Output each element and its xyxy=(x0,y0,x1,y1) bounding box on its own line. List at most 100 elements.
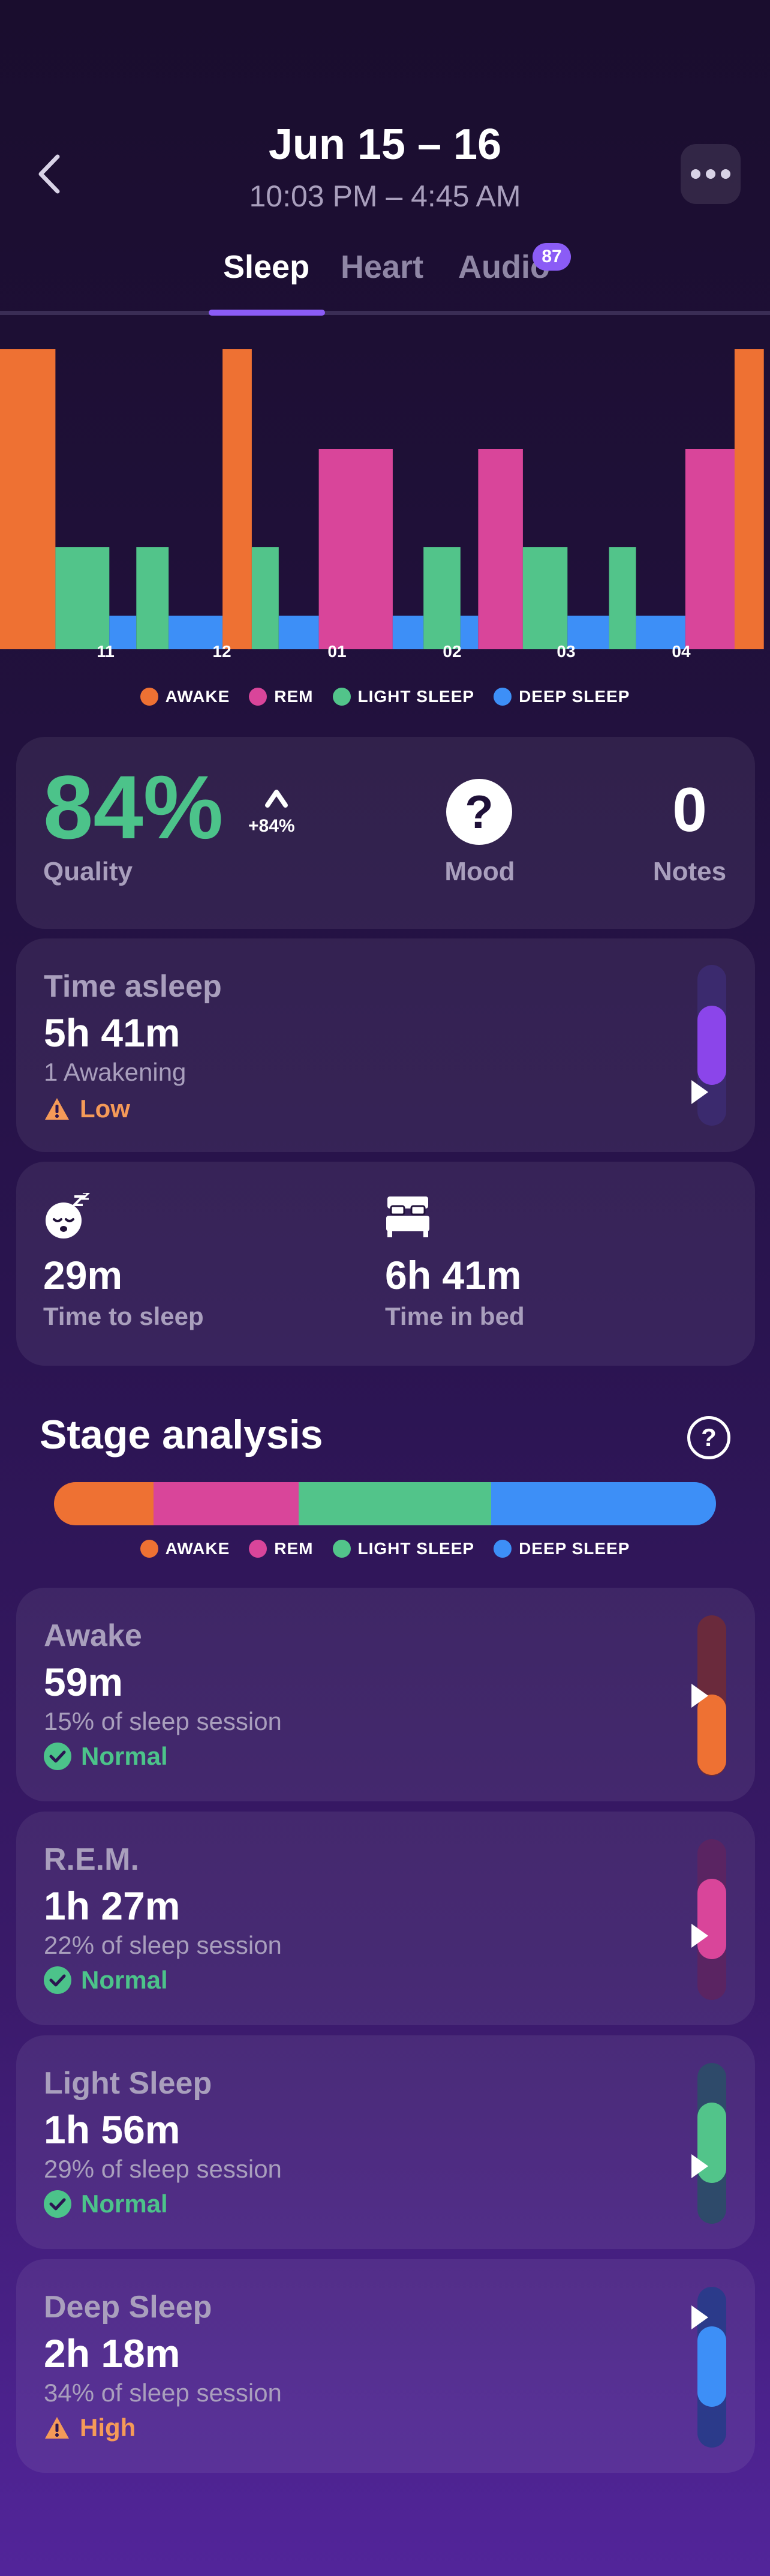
legend-dot xyxy=(332,1540,351,1558)
hour-tick-label: 01 xyxy=(327,642,346,660)
gauge-marker-icon xyxy=(691,1080,708,1104)
mood-label: Mood xyxy=(444,857,515,886)
hour-tick-label: 02 xyxy=(443,642,461,660)
sleeping-face-icon xyxy=(46,1193,91,1238)
legend-label: AWAKE xyxy=(165,687,230,706)
hypnogram-bar-light xyxy=(522,547,568,649)
legend-label: REM xyxy=(274,687,314,706)
notes-label: Notes xyxy=(652,857,727,886)
legend-label: LIGHT SLEEP xyxy=(357,1539,475,1558)
status-text: High xyxy=(80,2413,136,2442)
hypnogram-bar-deep xyxy=(392,616,424,649)
checkmark-icon xyxy=(44,1743,71,1770)
time-asleep-gauge-fill xyxy=(697,1006,726,1085)
hypnogram-bar-rem xyxy=(478,449,523,649)
status-text: Normal xyxy=(81,1966,168,1994)
stage-label: R.E.M. xyxy=(44,1842,139,1877)
legend-dot xyxy=(494,1540,512,1558)
stage-status: Normal xyxy=(44,1966,168,1995)
tab-sleep[interactable]: Sleep xyxy=(223,248,309,286)
time-to-sleep-value: 29m xyxy=(43,1253,123,1297)
hypnogram-chart: 11 12 01 02 03 04 xyxy=(0,349,764,660)
stage-percentage: 15% of sleep session xyxy=(44,1707,282,1735)
stage-label: Deep Sleep xyxy=(44,2290,212,2325)
warning-icon xyxy=(45,2417,69,2439)
time-range: 10:03 PM – 4:45 AM xyxy=(249,179,521,213)
stage-percentage: 22% of sleep session xyxy=(44,1931,282,1959)
stage-percentage: 29% of sleep session xyxy=(44,2155,282,2183)
notes-count[interactable]: 0 xyxy=(630,779,750,841)
hypnogram-bar-light xyxy=(251,547,279,649)
stage-status: Normal xyxy=(44,2190,168,2218)
help-icon[interactable]: ? xyxy=(687,1416,730,1459)
time-to-sleep-label: Time to sleep xyxy=(43,1302,204,1330)
legend-item-awake: AWAKE xyxy=(140,1539,230,1558)
stage-bar-rem xyxy=(153,1482,299,1525)
stage-label: Light Sleep xyxy=(44,2066,212,2101)
legend-label: DEEP SLEEP xyxy=(519,687,630,706)
stage-status: Normal xyxy=(44,1742,168,1771)
gauge-marker-icon xyxy=(691,2154,708,2178)
legend-item-rem: REM xyxy=(249,687,313,706)
legend-label: DEEP SLEEP xyxy=(519,1539,630,1558)
tab-divider xyxy=(0,311,770,315)
legend-item-light: LIGHT SLEEP xyxy=(332,1539,475,1558)
legend-dot xyxy=(332,688,351,706)
legend-label: LIGHT SLEEP xyxy=(357,687,475,706)
hypnogram-bar-awake xyxy=(734,349,764,649)
gauge-marker-icon xyxy=(691,1924,708,1948)
page-title: Jun 15 – 16 xyxy=(268,121,502,169)
time-asleep-value: 5h 41m xyxy=(44,1010,181,1055)
legend-item-light: LIGHT SLEEP xyxy=(332,687,475,706)
status-text: Low xyxy=(80,1094,130,1123)
stage-distribution-bar xyxy=(54,1482,716,1525)
tab-heart[interactable]: Heart xyxy=(341,248,423,286)
time-asleep-label: Time asleep xyxy=(44,969,222,1004)
stage-bar-light xyxy=(299,1482,491,1525)
hypnogram-bar-rem xyxy=(685,449,735,649)
warning-icon xyxy=(45,1098,69,1120)
quality-delta: +84% xyxy=(248,816,295,836)
legend-item-rem: REM xyxy=(249,1539,313,1558)
stage-duration: 2h 18m xyxy=(44,2331,181,2376)
deep-gauge-fill xyxy=(697,2326,726,2407)
more-dot xyxy=(721,169,730,179)
active-tab-indicator xyxy=(209,310,325,316)
legend-dot xyxy=(140,688,158,706)
status-text: Normal xyxy=(81,2190,168,2218)
legend-dot xyxy=(249,688,267,706)
legend-label: AWAKE xyxy=(165,1539,230,1558)
time-in-bed-value: 6h 41m xyxy=(385,1253,522,1297)
stage-percentage: 34% of sleep session xyxy=(44,2379,282,2407)
caret-up-icon xyxy=(265,790,288,808)
hypnogram-legend: AWAKE REM LIGHT SLEEP DEEP SLEEP xyxy=(0,687,770,706)
stage-analysis-title: Stage analysis xyxy=(40,1412,323,1458)
hypnogram-bar-awake xyxy=(222,349,252,649)
stage-bar-awake xyxy=(54,1482,154,1525)
more-dot xyxy=(706,169,715,179)
gauge-marker-icon xyxy=(691,2305,708,2329)
stage-bar-deep xyxy=(491,1482,716,1525)
audio-count-badge: 87 xyxy=(533,243,571,271)
hypnogram-bar-light xyxy=(55,547,110,649)
legend-dot xyxy=(140,1540,158,1558)
gauge-marker-icon xyxy=(691,1684,708,1708)
hypnogram-bar-deep xyxy=(460,616,479,649)
hypnogram-bar-rem xyxy=(318,449,393,649)
quality-value: 84% xyxy=(43,757,224,857)
hypnogram-bar-light xyxy=(609,547,636,649)
more-options-button[interactable] xyxy=(681,144,741,204)
legend-dot xyxy=(494,688,512,706)
time-asleep-status: Low xyxy=(44,1094,130,1123)
checkmark-icon xyxy=(44,2190,71,2218)
hour-tick-label: 04 xyxy=(672,642,691,660)
stage-status: High xyxy=(44,2413,136,2442)
status-text: Normal xyxy=(81,1742,168,1770)
more-dots-icon xyxy=(691,169,700,179)
stage-legend: AWAKE REM LIGHT SLEEP DEEP SLEEP xyxy=(0,1539,770,1558)
mood-question-icon[interactable]: ? xyxy=(446,779,512,845)
time-in-bed-label: Time in bed xyxy=(385,1302,525,1330)
hypnogram-bar-light xyxy=(136,547,169,649)
legend-dot xyxy=(249,1540,267,1558)
checkmark-icon xyxy=(44,1966,71,1994)
